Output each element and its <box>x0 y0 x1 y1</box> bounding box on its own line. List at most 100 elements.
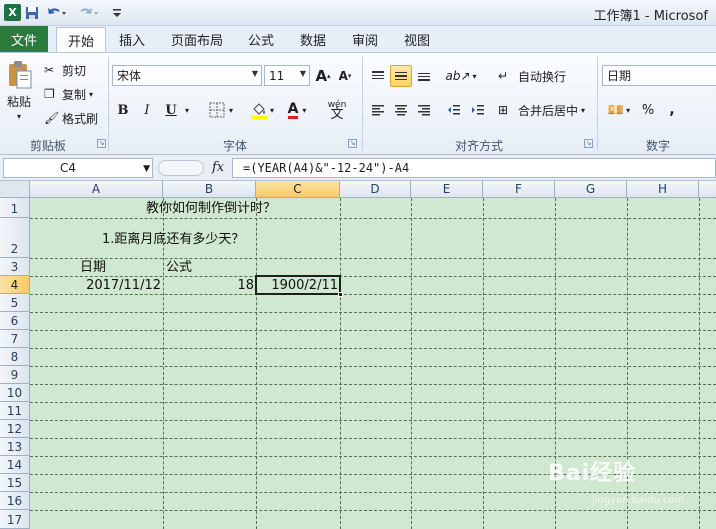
row-header-5[interactable]: 5 <box>0 294 30 312</box>
row-header-10[interactable]: 10 <box>0 384 30 402</box>
borders-icon <box>209 102 225 118</box>
font-color-button[interactable]: A ▾ <box>282 99 312 121</box>
column-header-h[interactable]: H <box>627 181 699 198</box>
cell-b4[interactable]: 18 <box>163 277 254 294</box>
font-name-select[interactable]: 宋体 ▼ <box>112 65 262 86</box>
italic-button[interactable]: I <box>138 99 156 121</box>
cell-b3[interactable]: 公式 <box>166 259 192 276</box>
orientation-button[interactable]: ab↗ ▾ <box>445 65 476 87</box>
paste-dropdown-icon[interactable]: ▾ <box>14 111 24 121</box>
align-right-button[interactable] <box>414 99 434 121</box>
tab-view[interactable]: 视图 <box>396 26 438 52</box>
number-format-select[interactable]: 日期 <box>602 65 716 86</box>
row-header-13[interactable]: 13 <box>0 438 30 456</box>
chevron-down-icon: ▼ <box>251 69 258 78</box>
align-bottom-button[interactable] <box>414 65 434 87</box>
tab-review[interactable]: 审阅 <box>344 26 386 52</box>
align-left-button[interactable] <box>368 99 388 121</box>
tab-insert[interactable]: 插入 <box>110 26 154 52</box>
tab-home[interactable]: 开始 <box>56 27 106 53</box>
row-header-14[interactable]: 14 <box>0 456 30 474</box>
alignment-launcher-icon[interactable]: ↘ <box>584 139 593 148</box>
underline-dropdown-icon[interactable]: ▾ <box>182 103 192 117</box>
insert-function-icon[interactable]: fx <box>212 160 224 175</box>
align-left-icon <box>372 105 384 116</box>
decrease-indent-button[interactable] <box>444 99 464 121</box>
grid-line <box>30 420 716 421</box>
formula-input[interactable]: =(YEAR(A4)&"-12-24")-A4 <box>232 158 716 178</box>
accounting-format-button[interactable]: 💴 ▾ <box>604 99 634 121</box>
merge-center-button[interactable]: ⊞ 合并后居中 ▾ <box>498 99 594 121</box>
column-header-f[interactable]: F <box>483 181 555 198</box>
row-header-11[interactable]: 11 <box>0 402 30 420</box>
grid-line <box>699 198 700 529</box>
grid-line <box>256 198 257 529</box>
increase-indent-button[interactable] <box>468 99 488 121</box>
copy-button[interactable]: ❐ 复制 ▾ <box>44 85 100 103</box>
redo-icon[interactable] <box>76 4 102 22</box>
percent-button[interactable]: % <box>638 99 658 121</box>
align-top-button[interactable] <box>368 65 388 87</box>
grid-line <box>30 510 716 511</box>
fill-handle[interactable] <box>338 292 343 297</box>
font-size-select[interactable]: 11 ▼ <box>264 65 310 86</box>
clipboard-launcher-icon[interactable]: ↘ <box>97 139 106 148</box>
tab-file[interactable]: 文件 <box>0 26 48 52</box>
grow-font-button[interactable]: A ▴ <box>314 65 332 86</box>
phonetic-button[interactable]: wén 文 <box>322 97 352 123</box>
paste-icon[interactable] <box>4 59 34 91</box>
tab-formulas[interactable]: 公式 <box>240 26 282 52</box>
row-header-12[interactable]: 12 <box>0 420 30 438</box>
shrink-font-button[interactable]: A ▾ <box>336 65 354 86</box>
save-icon[interactable] <box>24 4 40 22</box>
merge-center-label: 合并后居中 <box>518 103 579 118</box>
borders-button[interactable]: ▾ <box>204 99 238 121</box>
bold-button[interactable]: B <box>114 99 132 121</box>
column-header-b[interactable]: B <box>163 181 256 198</box>
row-header-4[interactable]: 4 <box>0 276 30 294</box>
cell-a3[interactable]: 日期 <box>80 259 106 276</box>
grid-line <box>411 198 412 529</box>
font-launcher-icon[interactable]: ↘ <box>348 139 357 148</box>
formula-bar-resize-handle[interactable] <box>158 160 204 176</box>
select-all-corner[interactable] <box>0 181 30 198</box>
row-header-1[interactable]: 1 <box>0 198 30 218</box>
row-header-2[interactable]: 2 <box>0 218 30 258</box>
underline-button[interactable]: U <box>162 99 180 121</box>
align-center-button[interactable] <box>390 99 412 121</box>
column-header-a[interactable]: A <box>30 181 163 198</box>
column-header-e[interactable]: E <box>411 181 483 198</box>
fill-color-button[interactable]: ▾ <box>246 99 278 121</box>
undo-icon[interactable] <box>44 4 70 22</box>
row-header-3[interactable]: 3 <box>0 258 30 276</box>
chevron-down-icon: ▾ <box>89 89 94 99</box>
wrap-text-button[interactable]: ↵ 自动换行 <box>498 65 572 87</box>
row-header-17[interactable]: 17 <box>0 510 30 529</box>
column-header-g[interactable]: G <box>555 181 627 198</box>
cell-b1[interactable]: 教你如何制作倒计时？ <box>146 200 276 217</box>
excel-logo-icon[interactable]: X <box>4 4 21 21</box>
row-header-15[interactable]: 15 <box>0 474 30 492</box>
tab-page-layout[interactable]: 页面布局 <box>164 26 230 52</box>
active-cell-selection[interactable] <box>255 275 343 297</box>
format-painter-button[interactable]: 🖌 格式刷 <box>44 109 104 127</box>
cut-button[interactable]: ✂ 剪切 <box>44 61 92 79</box>
name-box[interactable]: C4 ▼ <box>3 158 153 178</box>
row-header-6[interactable]: 6 <box>0 312 30 330</box>
grid-line <box>30 384 716 385</box>
column-header-d[interactable]: D <box>340 181 411 198</box>
row-header-7[interactable]: 7 <box>0 330 30 348</box>
paste-button[interactable]: 粘贴 <box>4 93 34 109</box>
number-format-value: 日期 <box>607 69 632 83</box>
comma-button[interactable]: , <box>662 99 682 121</box>
cell-a2[interactable]: 1.距离月底还有多少天？ <box>102 231 244 248</box>
align-middle-button[interactable] <box>390 65 412 87</box>
row-header-16[interactable]: 16 <box>0 492 30 510</box>
customize-quick-access-icon[interactable] <box>110 4 124 22</box>
row-header-8[interactable]: 8 <box>0 348 30 366</box>
row-header-9[interactable]: 9 <box>0 366 30 384</box>
cell-a4[interactable]: 2017/11/12 <box>30 277 161 294</box>
column-header-partial[interactable] <box>699 181 716 198</box>
column-header-c[interactable]: C <box>256 181 340 198</box>
tab-data[interactable]: 数据 <box>292 26 334 52</box>
